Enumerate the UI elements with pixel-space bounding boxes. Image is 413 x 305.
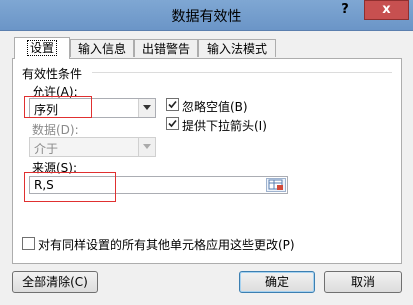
dropdown-arrow-label: 提供下拉箭头(I) xyxy=(182,119,267,133)
checkmark-icon xyxy=(168,119,177,128)
tab-settings[interactable]: 设置 xyxy=(14,37,70,59)
tab-input-message[interactable]: 输入信息 xyxy=(70,39,134,57)
cancel-button[interactable]: 取消 xyxy=(324,271,402,293)
title-bar: 数据有效性 ? x xyxy=(0,0,413,31)
chevron-down-icon xyxy=(138,138,155,156)
ignore-blank-label: 忽略空值(B) xyxy=(182,100,248,114)
data-value: 介于 xyxy=(34,142,59,156)
tab-settings-label: 设置 xyxy=(26,40,57,56)
group-divider xyxy=(92,72,392,73)
chevron-down-icon[interactable] xyxy=(138,99,155,117)
range-picker-icon[interactable] xyxy=(266,178,286,192)
dropdown-arrow-checkbox[interactable] xyxy=(166,117,179,130)
apply-all-label: 对有同样设置的所有其他单元格应用这些更改(P) xyxy=(38,238,295,252)
highlight-box-source xyxy=(24,172,116,202)
apply-all-checkbox[interactable] xyxy=(22,237,35,250)
tab-ime-mode[interactable]: 输入法模式 xyxy=(198,39,276,57)
checkmark-icon xyxy=(168,100,177,109)
data-label: 数据(D): xyxy=(32,123,79,137)
close-button[interactable]: x xyxy=(364,0,409,20)
clear-all-button[interactable]: 全部清除(C) xyxy=(12,271,98,293)
highlight-box-allow xyxy=(24,96,92,118)
validation-criteria-heading: 有效性条件 xyxy=(22,67,83,81)
help-button[interactable]: ? xyxy=(330,0,360,20)
tab-error-alert[interactable]: 出错警告 xyxy=(134,39,198,57)
data-combo: 介于 xyxy=(29,137,156,157)
ignore-blank-checkbox[interactable] xyxy=(166,98,179,111)
ok-button[interactable]: 确定 xyxy=(239,271,315,293)
